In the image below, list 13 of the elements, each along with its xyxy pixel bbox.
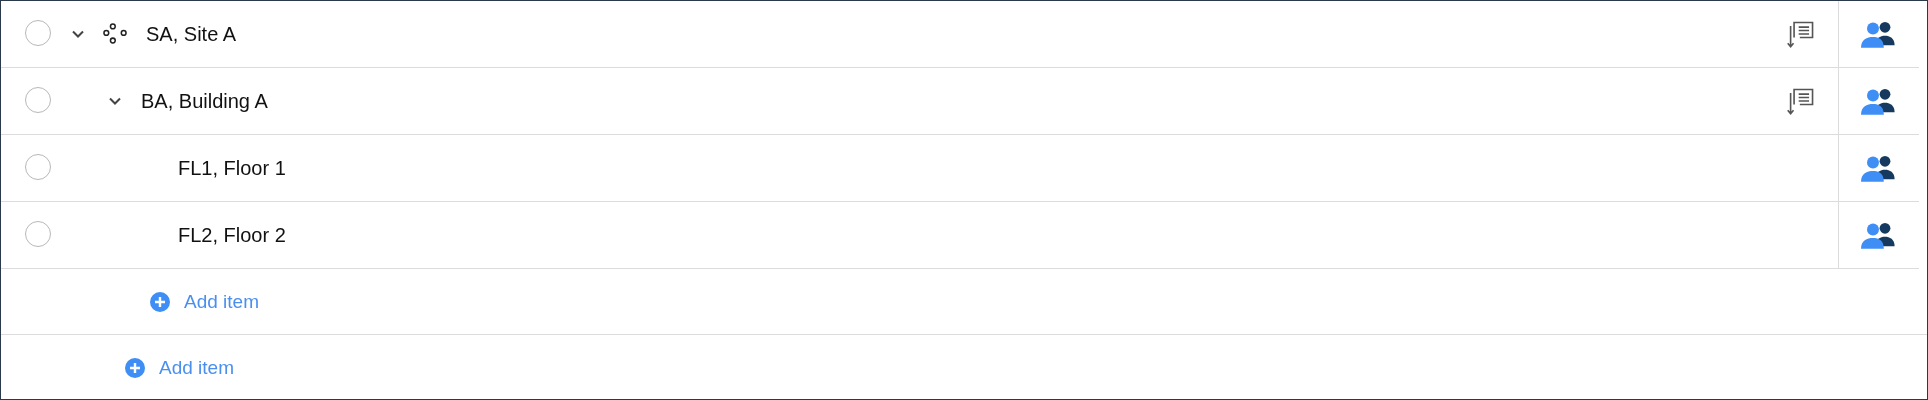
nodes-icon [102, 21, 128, 47]
report-download-icon[interactable] [1786, 86, 1816, 116]
tree-item-label[interactable]: FL2, Floor 2 [178, 223, 286, 247]
add-icon [150, 291, 170, 312]
add-icon [125, 357, 145, 378]
people-icon[interactable] [1861, 220, 1897, 250]
tree-item-label[interactable]: BA, Building A [141, 89, 268, 113]
people-icon[interactable] [1861, 86, 1897, 116]
report-download-icon[interactable] [1786, 19, 1816, 49]
tree-item-label[interactable]: FL1, Floor 1 [178, 156, 286, 180]
tree-item-label[interactable]: SA, Site A [146, 22, 237, 46]
people-icon[interactable] [1861, 153, 1897, 183]
people-icon[interactable] [1861, 19, 1897, 49]
